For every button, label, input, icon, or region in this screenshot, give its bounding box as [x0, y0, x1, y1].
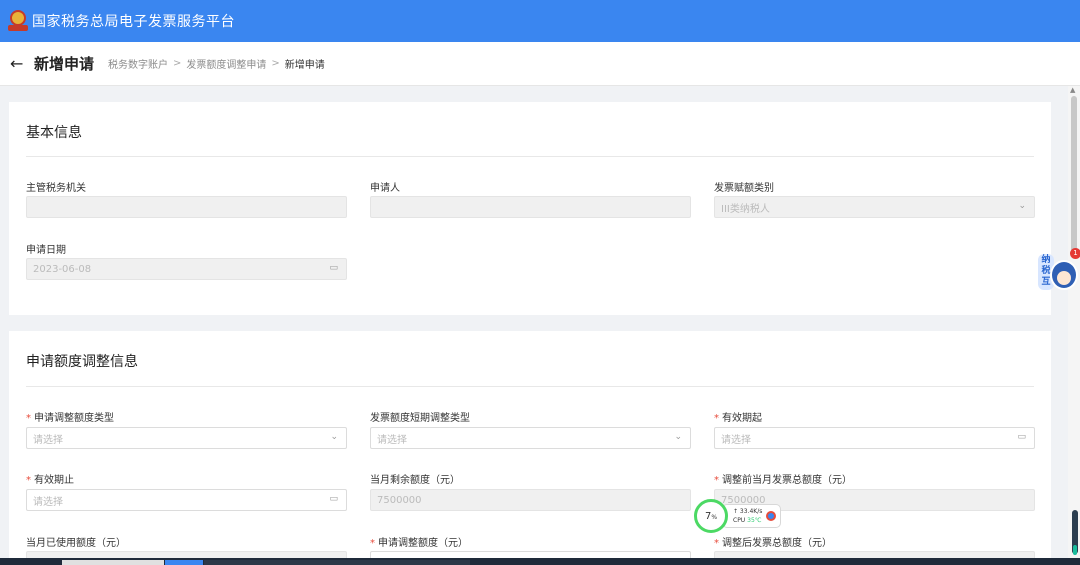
apply-date-picker[interactable]: 2023-06-08 ▭: [26, 258, 347, 280]
required-mark: *: [370, 538, 375, 549]
page-title: 新增申请: [34, 55, 95, 73]
select-value: III类纳税人: [721, 203, 770, 215]
calendar-icon: ▭: [329, 494, 338, 504]
calendar-icon: ▭: [329, 263, 338, 273]
required-mark: *: [714, 475, 719, 486]
field-label: 申请人: [370, 183, 400, 194]
field-label: 发票赋额类别: [714, 183, 774, 194]
breadcrumb-item[interactable]: 发票额度调整申请: [186, 56, 266, 71]
divider: [26, 156, 1034, 157]
arrow-left-icon[interactable]: ←: [10, 54, 30, 73]
net-speed: ↑ 33.4K/s: [733, 508, 763, 515]
breadcrumb-separator: >: [271, 58, 280, 69]
scroll-up-icon[interactable]: ▲: [1070, 86, 1075, 94]
page-header: ← 新增申请 税务数字账户 > 发票额度调整申请 > 新增申请: [0, 42, 1080, 86]
basic-info-card: 基本信息 主管税务机关 申请人 发票赋额类别 III类纳税人 ⌄ 申请日期 20…: [9, 102, 1051, 315]
breadcrumb-separator: >: [173, 58, 182, 69]
field-label: 当月已使用额度（元）: [26, 538, 126, 549]
chevron-down-icon: ⌄: [1018, 201, 1026, 211]
field-label: 发票额度短期调整类型: [370, 413, 470, 424]
page-scrollbar[interactable]: ▲: [1068, 86, 1080, 565]
breadcrumb-item[interactable]: 税务数字账户: [108, 56, 168, 71]
scrollbar-thumb[interactable]: [1071, 96, 1077, 256]
required-mark: *: [714, 413, 719, 424]
tax-emblem-icon: [8, 10, 28, 32]
monitor-logo-icon: [766, 511, 777, 521]
date-placeholder: 请选择: [33, 496, 63, 508]
field-label: 当月剩余额度（元）: [370, 475, 460, 486]
select-placeholder: 请选择: [377, 434, 407, 446]
field-label: * 申请调整额度类型: [26, 413, 114, 424]
tax-assistant-widget[interactable]: 纳 税 互 1: [1038, 248, 1080, 294]
remaining-quota-input[interactable]: 7500000: [370, 489, 691, 511]
tax-authority-input[interactable]: [26, 196, 347, 218]
field-label: * 有效期起: [714, 413, 762, 424]
section-title: 基本信息: [26, 125, 82, 141]
section-title: 申请额度调整信息: [26, 354, 138, 370]
cpu-monitor-widget[interactable]: 7% ↑ 33.4K/s CPU 35℃: [694, 498, 782, 534]
field-label: * 调整后发票总额度（元）: [714, 538, 832, 549]
required-mark: *: [26, 413, 31, 424]
breadcrumb-current: 新增申请: [284, 60, 325, 71]
cpu-usage-ring: 7%: [694, 499, 728, 533]
required-mark: *: [714, 538, 719, 549]
adjust-type-select[interactable]: 请选择 ⌄: [26, 427, 347, 449]
required-mark: *: [26, 475, 31, 486]
notification-badge: 1: [1070, 248, 1080, 259]
field-label: 主管税务机关: [26, 183, 86, 194]
chevron-down-icon: ⌄: [330, 432, 338, 442]
taskbar-item-active[interactable]: [165, 560, 203, 565]
cpu-monitor-panel: ↑ 33.4K/s CPU 35℃: [722, 504, 782, 528]
breadcrumb: 税务数字账户 > 发票额度调整申请 > 新增申请: [108, 56, 325, 71]
assistant-avatar-icon: [1050, 260, 1078, 290]
side-widget-indicator: [1073, 545, 1077, 555]
cpu-label: CPU: [733, 517, 746, 524]
date-placeholder: 请选择: [721, 434, 751, 446]
select-placeholder: 请选择: [33, 434, 63, 446]
adjust-info-card: 申请额度调整信息 * 申请调整额度类型 请选择 ⌄ 发票额度短期调整类型 请选择 …: [9, 331, 1051, 565]
taskbar-item[interactable]: [204, 560, 470, 565]
divider: [26, 386, 1034, 387]
applicant-input[interactable]: [370, 196, 691, 218]
field-label: * 调整前当月发票总额度（元）: [714, 475, 852, 486]
taskbar-item[interactable]: [62, 560, 164, 565]
field-label: * 申请调整额度（元）: [370, 538, 468, 549]
field-label: 申请日期: [26, 245, 66, 256]
cpu-temp: 35℃: [747, 517, 762, 524]
invoice-category-select[interactable]: III类纳税人 ⌄: [714, 196, 1035, 218]
app-header: 国家税务总局电子发票服务平台: [0, 0, 1080, 42]
field-label: * 有效期止: [26, 475, 74, 486]
date-value: 2023-06-08: [33, 263, 92, 275]
calendar-icon: ▭: [1017, 432, 1026, 442]
app-title: 国家税务总局电子发票服务平台: [32, 14, 235, 30]
os-taskbar: [0, 558, 1080, 565]
valid-from-picker[interactable]: 请选择 ▭: [714, 427, 1035, 449]
valid-to-picker[interactable]: 请选择 ▭: [26, 489, 347, 511]
chevron-down-icon: ⌄: [674, 432, 682, 442]
short-term-type-select[interactable]: 请选择 ⌄: [370, 427, 691, 449]
